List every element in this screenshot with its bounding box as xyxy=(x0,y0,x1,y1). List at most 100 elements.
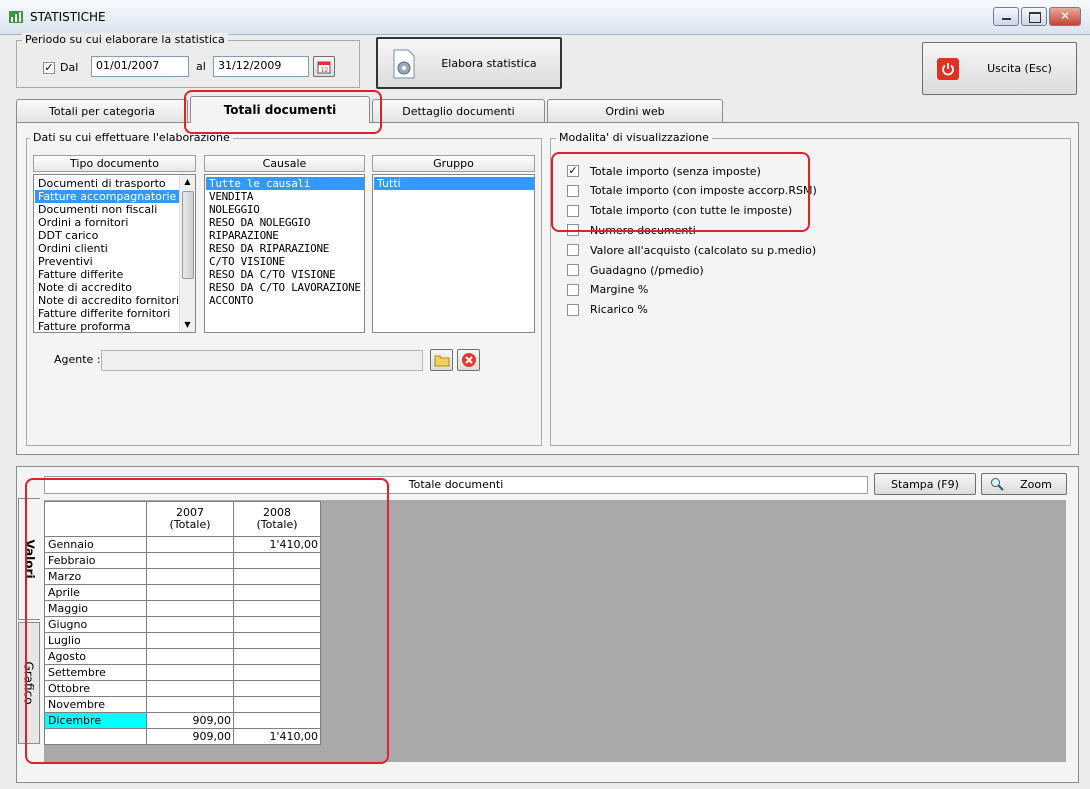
tab-totali-documenti[interactable]: Totali documenti xyxy=(190,96,370,123)
causale-item[interactable]: RESO DA RIPARAZIONE xyxy=(206,242,364,255)
tab-totali-per-categoria[interactable]: Totali per categoria xyxy=(16,99,188,122)
grid-cell[interactable] xyxy=(233,696,321,713)
tipo-documento-item[interactable]: Fatture proforma xyxy=(35,320,180,332)
zoom-button[interactable]: Zoom xyxy=(981,473,1067,495)
option-checkbox[interactable] xyxy=(567,283,579,296)
exit-button[interactable]: Uscita (Esc) xyxy=(922,42,1077,95)
agente-input[interactable] xyxy=(101,350,423,371)
grid-cell[interactable] xyxy=(233,616,321,633)
grid-row-label[interactable]: Febbraio xyxy=(44,552,147,569)
grid-row-label[interactable]: Maggio xyxy=(44,600,147,617)
option-checkbox[interactable] xyxy=(567,204,579,217)
grid-cell[interactable] xyxy=(146,648,234,665)
grid-cell[interactable] xyxy=(233,568,321,585)
grid-cell[interactable] xyxy=(146,536,234,553)
grid-cell[interactable] xyxy=(233,600,321,617)
causale-item[interactable]: RIPARAZIONE xyxy=(206,229,364,242)
gruppo-item[interactable]: Tutti xyxy=(374,177,534,190)
side-tab-grafico[interactable]: Grafico xyxy=(18,622,40,744)
from-date-input[interactable]: 01/01/2007 xyxy=(91,56,189,77)
scroll-thumb[interactable] xyxy=(182,191,194,279)
side-tab-valori[interactable]: Valori xyxy=(18,498,40,620)
tipo-documento-item[interactable]: DDT carico xyxy=(35,229,180,242)
grid-row-label[interactable]: Agosto xyxy=(44,648,147,665)
grid-cell[interactable]: 909,00 xyxy=(146,712,234,729)
option-checkbox[interactable] xyxy=(567,264,579,276)
display-option[interactable]: Guadagno (/pmedio) xyxy=(567,263,704,277)
causale-item[interactable]: RESO DA NOLEGGIO xyxy=(206,216,364,229)
grid-cell[interactable] xyxy=(146,600,234,617)
grid-row-label[interactable]: Luglio xyxy=(44,632,147,649)
tipo-documento-item[interactable]: Fatture accompagnatorie xyxy=(35,190,180,203)
tipo-documento-item[interactable]: Ordini a fornitori xyxy=(35,216,180,229)
scroll-down-icon[interactable]: ▼ xyxy=(180,318,195,332)
grid-cell[interactable] xyxy=(233,680,321,697)
option-checkbox[interactable] xyxy=(567,303,579,316)
tipo-documento-item[interactable]: Documenti di trasporto xyxy=(35,177,180,190)
causale-item[interactable]: RESO DA C/TO LAVORAZIONE xyxy=(206,281,364,294)
grid-cell[interactable] xyxy=(146,632,234,649)
causale-item[interactable]: VENDITA xyxy=(206,190,364,203)
grid-cell[interactable] xyxy=(233,632,321,649)
tipo-documento-item[interactable]: Note di accredito xyxy=(35,281,180,294)
display-option[interactable]: ✓ Totale importo (senza imposte) xyxy=(567,164,761,178)
tipo-documento-list[interactable]: Documenti di trasporto Fatture accompagna… xyxy=(33,174,196,333)
grid-cell[interactable] xyxy=(146,616,234,633)
option-checkbox[interactable] xyxy=(567,224,579,237)
option-checkbox[interactable] xyxy=(567,184,579,197)
grid-row-label[interactable]: Aprile xyxy=(44,584,147,601)
tipo-documento-item[interactable]: Ordini clienti xyxy=(35,242,180,255)
option-checkbox[interactable]: ✓ xyxy=(567,165,579,177)
from-checkbox[interactable]: ✓ xyxy=(43,62,55,74)
tipo-scrollbar[interactable]: ▲ ▼ xyxy=(179,175,195,332)
grid-row-label[interactable]: Novembre xyxy=(44,696,147,713)
grid-row-label[interactable]: Dicembre xyxy=(44,712,147,729)
display-option[interactable]: Totale importo (con tutte le imposte) xyxy=(567,204,792,218)
grid-cell[interactable] xyxy=(233,712,321,729)
browse-agente-button[interactable] xyxy=(430,349,453,371)
grid-row-label[interactable]: Ottobre xyxy=(44,680,147,697)
minimize-button[interactable] xyxy=(993,7,1019,26)
process-statistics-button[interactable]: Elabora statistica xyxy=(376,37,562,89)
grid-row-label[interactable]: Marzo xyxy=(44,568,147,585)
grid-row-label[interactable]: Giugno xyxy=(44,616,147,633)
causale-item[interactable]: ACCONTO xyxy=(206,294,364,307)
grid-cell[interactable] xyxy=(146,552,234,569)
tipo-documento-item[interactable]: Fatture differite fornitori xyxy=(35,307,180,320)
grid-cell[interactable] xyxy=(233,552,321,569)
display-option[interactable]: Ricarico % xyxy=(567,303,648,317)
causale-item[interactable]: RESO DA C/TO VISIONE xyxy=(206,268,364,281)
grid-total-cell[interactable]: 1'410,00 xyxy=(233,728,321,745)
grid-cell[interactable] xyxy=(146,664,234,681)
print-button[interactable]: Stampa (F9) xyxy=(874,473,976,495)
display-option[interactable]: Margine % xyxy=(567,283,648,297)
to-date-input[interactable]: 31/12/2009 xyxy=(213,56,309,77)
causale-item[interactable]: Tutte le causali xyxy=(206,177,364,190)
display-option[interactable]: Totale importo (con imposte accorp.RSM) xyxy=(567,184,817,198)
tipo-documento-item[interactable]: Preventivi xyxy=(35,255,180,268)
tipo-documento-item[interactable]: Fatture differite xyxy=(35,268,180,281)
grid-total-cell[interactable]: 909,00 xyxy=(146,728,234,745)
option-checkbox[interactable] xyxy=(567,244,579,257)
grid-cell[interactable] xyxy=(233,648,321,665)
tab-dettaglio-documenti[interactable]: Dettaglio documenti xyxy=(372,99,545,122)
grid-cell[interactable] xyxy=(233,584,321,601)
tab-ordini-web[interactable]: Ordini web xyxy=(547,99,723,122)
display-option[interactable]: Numero documenti xyxy=(567,223,696,237)
scroll-up-icon[interactable]: ▲ xyxy=(180,175,195,189)
causale-item[interactable]: C/TO VISIONE xyxy=(206,255,364,268)
causale-item[interactable]: NOLEGGIO xyxy=(206,203,364,216)
maximize-button[interactable] xyxy=(1021,7,1047,26)
grid-row-label[interactable]: Gennaio xyxy=(44,536,147,553)
grid-cell[interactable]: 1'410,00 xyxy=(233,536,321,553)
grid-cell[interactable] xyxy=(146,584,234,601)
grid-row-label[interactable]: Settembre xyxy=(44,664,147,681)
close-button[interactable]: ✕ xyxy=(1049,7,1081,26)
clear-agente-button[interactable] xyxy=(457,349,480,371)
grid-cell[interactable] xyxy=(146,568,234,585)
tipo-documento-item[interactable]: Note di accredito fornitori xyxy=(35,294,180,307)
grid-cell[interactable] xyxy=(146,696,234,713)
grid-cell[interactable] xyxy=(233,664,321,681)
grid-cell[interactable] xyxy=(146,680,234,697)
display-option[interactable]: Valore all'acquisto (calcolato su p.medi… xyxy=(567,243,816,257)
